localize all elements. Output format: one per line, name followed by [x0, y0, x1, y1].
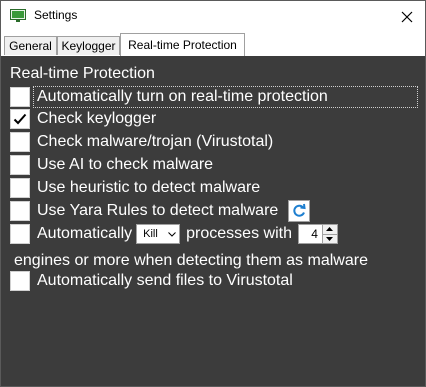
arrow-up-icon [326, 227, 334, 232]
checkmark-icon [13, 113, 27, 125]
auto-rtp-checkbox[interactable] [10, 87, 30, 107]
section-title: Real-time Protection [10, 65, 155, 82]
auto-kill-checkbox[interactable] [10, 224, 30, 244]
stepper-up-button[interactable] [322, 225, 337, 234]
virustotal-check-option[interactable]: Check malware/trojan (Virustotal) [10, 131, 273, 153]
stepper-buttons [321, 225, 337, 243]
ai-checkbox[interactable] [10, 155, 30, 175]
yara-option[interactable]: Use Yara Rules to detect malware [10, 200, 311, 222]
ai-label: Use AI to check malware [37, 156, 214, 173]
engines-stepper[interactable]: 4 [297, 224, 338, 244]
window-title: Settings [34, 8, 78, 22]
yara-refresh-button[interactable] [288, 200, 311, 222]
keylogger-option[interactable]: Check keylogger [10, 108, 156, 130]
auto-rtp-label: Automatically turn on real-time protecti… [37, 88, 328, 105]
title-bar: Settings [1, 1, 425, 32]
tab-keylogger[interactable]: Keylogger [57, 36, 120, 55]
close-button[interactable] [389, 1, 425, 32]
tab-real-time-protection[interactable]: Real-time Protection [120, 33, 245, 56]
auto-kill-middle: processes with [186, 225, 292, 242]
chevron-down-icon [168, 231, 177, 237]
heuristic-label: Use heuristic to detect malware [37, 179, 261, 196]
ai-option[interactable]: Use AI to check malware [10, 154, 213, 176]
auto-send-option[interactable]: Automatically send files to Virustotal [10, 270, 293, 292]
refresh-icon [293, 203, 306, 217]
heuristic-option[interactable]: Use heuristic to detect malware [10, 177, 260, 199]
auto-kill-prefix: Automatically [37, 225, 133, 242]
auto-rtp-option[interactable]: Automatically turn on real-time protecti… [10, 86, 328, 108]
close-icon [401, 11, 413, 22]
virustotal-check-label: Check malware/trojan (Virustotal) [37, 133, 274, 150]
auto-kill-option[interactable]: Automatically Kill processes with 4 [10, 223, 338, 245]
tab-content: Real-time Protection Automatically turn … [1, 56, 425, 386]
keylogger-checkbox[interactable] [10, 109, 30, 129]
settings-window: Settings General Keylogger Real-time Pro… [0, 0, 426, 387]
tab-general[interactable]: General [4, 36, 57, 55]
tab-strip: General Keylogger Real-time Protection [1, 32, 425, 56]
stepper-down-button[interactable] [322, 233, 337, 243]
yara-label: Use Yara Rules to detect malware [37, 202, 279, 219]
heuristic-checkbox[interactable] [10, 178, 30, 198]
keylogger-label: Check keylogger [37, 110, 157, 127]
auto-kill-suffix: engines or more when detecting them as m… [14, 252, 368, 269]
auto-send-checkbox[interactable] [10, 271, 30, 291]
app-monitor-icon [10, 9, 26, 22]
arrow-down-icon [326, 236, 334, 241]
engines-value[interactable]: 4 [299, 227, 322, 241]
virustotal-check-checkbox[interactable] [10, 132, 30, 152]
action-select[interactable]: Kill [136, 224, 181, 244]
action-select-value: Kill [143, 228, 158, 240]
auto-send-label: Automatically send files to Virustotal [37, 272, 293, 289]
yara-checkbox[interactable] [10, 201, 30, 221]
